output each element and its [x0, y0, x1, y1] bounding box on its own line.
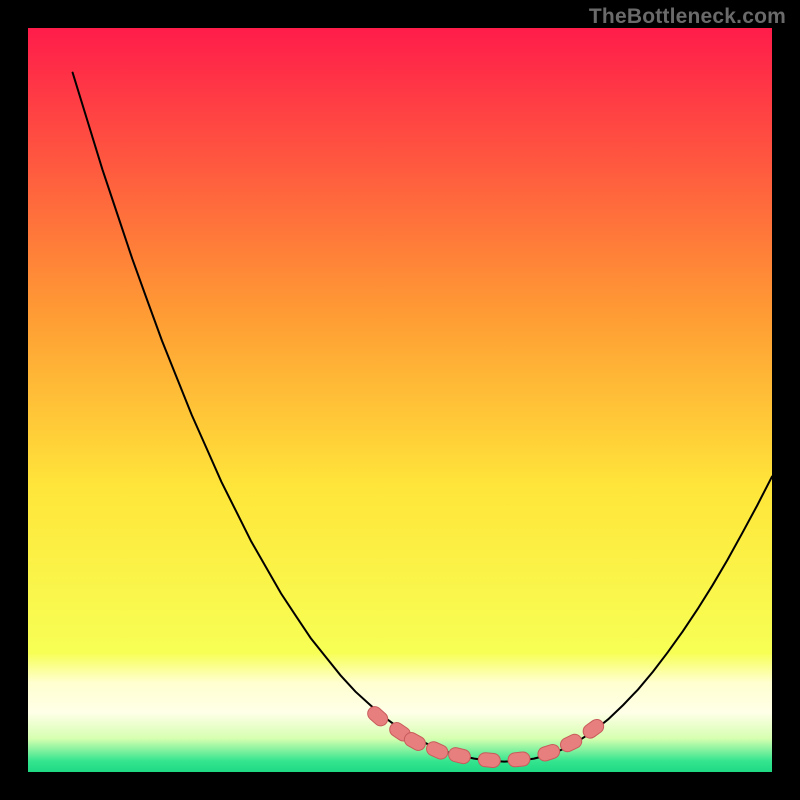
chart-svg [0, 0, 800, 800]
curve-marker [478, 752, 501, 768]
watermark-text: TheBottleneck.com [589, 5, 786, 29]
chart-frame: TheBottleneck.com [0, 0, 800, 800]
curve-marker [507, 751, 530, 767]
